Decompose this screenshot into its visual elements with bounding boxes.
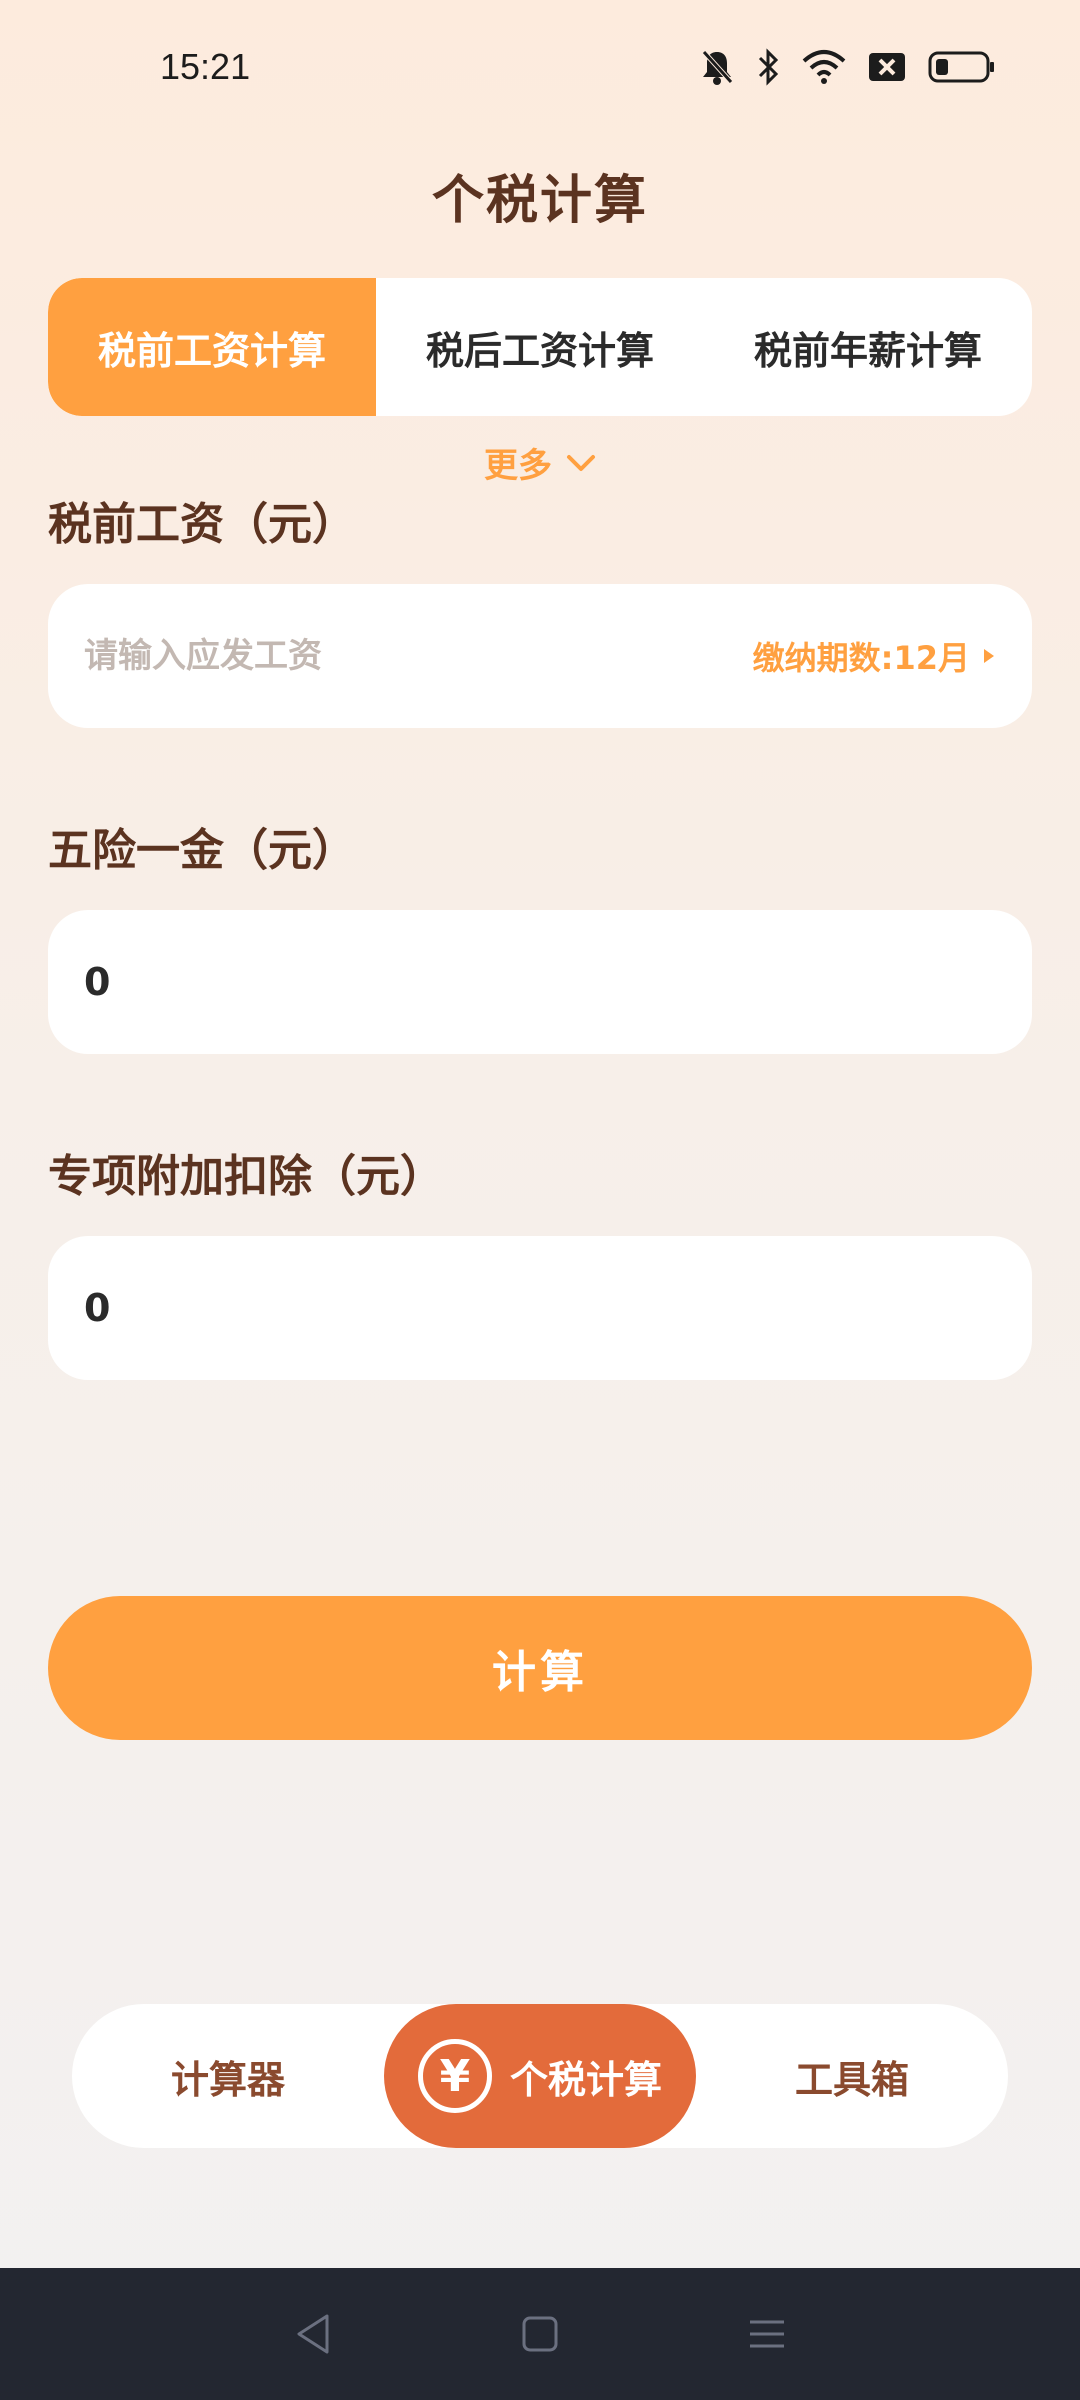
nav-toolbox-label: 工具箱 [794, 2057, 909, 2102]
calc-mode-tabs: 税前工资计算 税后工资计算 税前年薪计算 [48, 278, 1032, 416]
more-toggle[interactable]: 更多 [0, 438, 1080, 487]
sim-blocked-icon [869, 53, 905, 81]
chevron-down-icon [567, 454, 595, 471]
bell-muted-icon [702, 50, 733, 85]
bluetooth-icon [758, 48, 779, 86]
pretax-salary-field: 缴纳期数:12月 [48, 584, 1032, 728]
nav-item-toolbox[interactable]: 工具箱 [696, 2004, 1008, 2148]
pretax-salary-label: 税前工资（元） [48, 499, 356, 550]
insurance-value[interactable]: 0 [84, 960, 110, 1004]
triangle-right-icon [984, 649, 994, 663]
status-icons [700, 48, 996, 86]
insurance-label: 五险一金（元） [48, 825, 356, 876]
home-icon[interactable] [520, 2314, 560, 2354]
page-title: 个税计算 [431, 171, 648, 231]
status-bar: 15:21 [0, 0, 1080, 140]
back-icon[interactable] [293, 2312, 333, 2356]
calculate-button[interactable]: 计算 [48, 1596, 1032, 1740]
period-label: 缴纳期数:12月 [752, 639, 970, 677]
special-deduction-value[interactable]: 0 [84, 1286, 110, 1330]
more-label: 更多 [484, 446, 552, 486]
nav-item-calculator[interactable]: 计算器 [72, 2004, 384, 2148]
period-selector[interactable]: 缴纳期数:12月 [753, 633, 996, 679]
tab-aftertax-salary[interactable]: 税后工资计算 [376, 278, 704, 416]
yen-icon: ¥ [417, 2039, 492, 2113]
special-deduction-field[interactable]: 0 [48, 1236, 1032, 1380]
status-time: 15:21 [160, 46, 251, 87]
system-nav-bar [0, 2268, 1080, 2400]
menu-icon[interactable] [747, 2314, 787, 2354]
insurance-field[interactable]: 0 [48, 910, 1032, 1054]
tab-pretax-annual[interactable]: 税前年薪计算 [704, 278, 1032, 416]
pretax-salary-input[interactable] [84, 636, 753, 676]
nav-item-tax-calc[interactable]: ¥ 个税计算 [384, 2004, 696, 2148]
wifi-icon [802, 50, 846, 84]
tab-pretax-salary[interactable]: 税前工资计算 [48, 278, 376, 416]
nav-tax-calc-label: 个税计算 [509, 2057, 662, 2102]
bottom-nav: 计算器 ¥ 个税计算 工具箱 [72, 2004, 1008, 2148]
special-deduction-label: 专项附加扣除（元） [48, 1151, 444, 1202]
nav-calculator-label: 计算器 [170, 2057, 285, 2102]
battery-icon [928, 51, 994, 83]
